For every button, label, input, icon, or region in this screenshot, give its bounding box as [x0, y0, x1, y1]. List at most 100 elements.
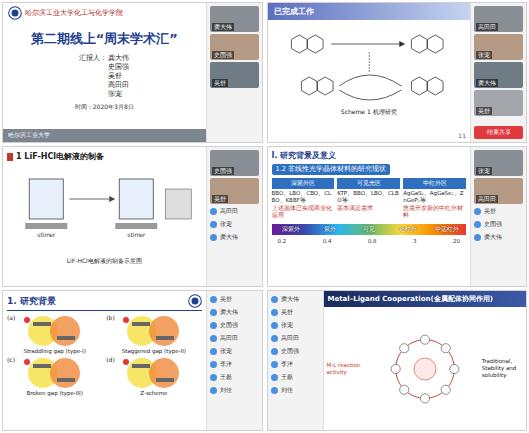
- scheme-caption: Scheme 1 机理研究: [268, 108, 471, 117]
- participant[interactable]: 李洋: [271, 359, 320, 370]
- participant[interactable]: 刘佳: [210, 385, 259, 396]
- diagram-caption: Staggered gap (type-II): [122, 348, 186, 354]
- end-share-button[interactable]: 结束共享: [474, 126, 523, 139]
- participant-name: 吴舒: [220, 295, 232, 304]
- avatar-icon: [210, 309, 217, 316]
- participant[interactable]: 张宠: [474, 34, 523, 60]
- avatar-icon: [271, 296, 278, 303]
- avatar-icon: [271, 348, 278, 355]
- avatar-icon: [210, 348, 217, 355]
- heading-mark-icon: [7, 153, 13, 161]
- participant[interactable]: 龚大伟: [210, 6, 259, 32]
- participant-name: 龚大伟: [220, 233, 238, 242]
- participant[interactable]: 吴舒: [474, 206, 523, 217]
- spectral-region: 深紫外区BBO、LBO、CBO、CLBO、KBBF等上述晶体已实现商业化应用: [272, 178, 335, 219]
- diagram-label: (b): [106, 314, 115, 321]
- participant-name: 高田田: [476, 23, 498, 31]
- band-slide: 1. 研究背景(a)Straddling gap (type-I)(b)Stag…: [3, 291, 206, 430]
- participant[interactable]: 史国强: [210, 34, 259, 60]
- participant[interactable]: 张宠: [474, 150, 523, 176]
- avatar-icon: [271, 335, 278, 342]
- participant-name: 吴舒: [212, 195, 228, 203]
- participant-sidebar: 龚大伟史国强吴舒: [206, 3, 262, 142]
- meeting-window: 1 LiF-HCl电解液的制备stirrerstirrerLiF-HCl电解液的…: [2, 146, 263, 287]
- participant-name: 史国强: [484, 220, 502, 229]
- participant[interactable]: 吴舒: [210, 294, 259, 305]
- participant-name: 刘佳: [281, 386, 293, 395]
- participant[interactable]: 刘佳: [271, 385, 320, 396]
- participant[interactable]: 高田田: [271, 333, 320, 344]
- lif-slide: 1 LiF-HCl电解液的制备stirrerstirrerLiF-HCl电解液的…: [3, 147, 206, 286]
- spectrum-tick: 0.4: [323, 238, 332, 244]
- participant[interactable]: 龚大伟: [210, 307, 259, 318]
- participant[interactable]: 龚大伟: [271, 294, 320, 305]
- diagram-label: (c): [7, 356, 15, 363]
- participant-name: 高田田: [220, 334, 238, 343]
- page-number: 11: [458, 132, 466, 139]
- diagram-caption: Z-scheme: [140, 390, 167, 396]
- avatar-icon: [271, 374, 278, 381]
- participant[interactable]: 高田田: [210, 206, 259, 217]
- participant[interactable]: 吴舒: [210, 62, 259, 88]
- band-diagram: (a)Straddling gap (type-I): [7, 314, 102, 354]
- slide-subheading: 1.2 非线性光学晶体材料的研究现状: [272, 164, 390, 175]
- region-note: 急需开发新的中红外材料: [403, 205, 466, 219]
- spectrum-tick: 0.2: [278, 238, 287, 244]
- participant-name: 李洋: [220, 360, 232, 369]
- avatar-icon: [271, 361, 278, 368]
- participant[interactable]: 王磊: [210, 372, 259, 383]
- avatar-icon: [474, 208, 481, 215]
- svg-text:stirrer: stirrer: [37, 231, 56, 238]
- meeting-window: 龚大伟吴舒张宠高田田史国强李洋王磊刘佳 Metal–Ligand Cooperat…: [267, 290, 528, 431]
- participant[interactable]: 龚大伟: [474, 62, 523, 88]
- region-body: KTP、BBO、LBO、CLBO等: [337, 190, 400, 204]
- spectrum-label: 近红外: [388, 224, 427, 235]
- participant-name: 张宠: [281, 321, 293, 330]
- participant[interactable]: 张宠: [210, 219, 259, 230]
- participant[interactable]: 吴舒: [474, 90, 523, 116]
- scheme-slide: 已完成工作 Scheme 1 机理研究 11: [268, 3, 471, 142]
- avatar-icon: [210, 361, 217, 368]
- region-body: BBO、LBO、CBO、CLBO、KBBF等: [272, 190, 335, 204]
- meeting-window: 1. 研究背景(a)Straddling gap (type-I)(b)Stag…: [2, 290, 263, 431]
- participant[interactable]: 史国强: [474, 219, 523, 230]
- diagram-label: (d): [106, 356, 115, 363]
- participant-name: 史国强: [212, 51, 234, 59]
- avatar-icon: [210, 335, 217, 342]
- participant[interactable]: 龚大伟: [474, 232, 523, 243]
- spectrum-label: 紫外: [310, 224, 349, 235]
- participant-name: 吴舒: [281, 308, 293, 317]
- participant-name: 张宠: [476, 167, 492, 175]
- participant[interactable]: 高田田: [210, 333, 259, 344]
- slide-heading: 已完成工作: [268, 3, 471, 20]
- avatar-icon: [271, 309, 278, 316]
- diagram-caption: LiF-HCl电解液的制备示意图: [7, 257, 202, 266]
- participant[interactable]: 高田田: [474, 6, 523, 32]
- participant[interactable]: 李洋: [210, 359, 259, 370]
- participant[interactable]: 王磊: [271, 372, 320, 383]
- participant[interactable]: 吴舒: [271, 307, 320, 318]
- participant-name: 史国强: [281, 347, 299, 356]
- slide-title: 第二期线上“周末学术汇”: [8, 30, 201, 48]
- participant[interactable]: 史国强: [210, 150, 259, 176]
- reporter-list: 汇报人：龚大伟史国强吴舒高田田张宠: [8, 54, 201, 99]
- participant[interactable]: 张宠: [271, 320, 320, 331]
- participant[interactable]: 史国强: [210, 320, 259, 331]
- university-logo-icon: [188, 294, 202, 308]
- participant[interactable]: 龚大伟: [210, 232, 259, 243]
- participant-name: 龚大伟: [212, 23, 234, 31]
- participant[interactable]: 史国强: [271, 346, 320, 357]
- spectrum-tick: 20: [453, 238, 460, 244]
- avatar-icon: [210, 234, 217, 241]
- reporter-name: 吴舒: [108, 72, 129, 81]
- participant-name: 龚大伟: [484, 233, 502, 242]
- participant-name: 吴舒: [476, 107, 492, 115]
- participant[interactable]: 高田田: [474, 178, 523, 204]
- band-figure: [15, 356, 95, 390]
- participant[interactable]: 吴舒: [210, 178, 259, 204]
- mlc-slide: Metal–Ligand Cooperation(金属配体协同作用)M-L re…: [324, 291, 527, 430]
- participant-name: 王磊: [281, 373, 293, 382]
- avatar-icon: [210, 221, 217, 228]
- reporter-name: 高田田: [108, 81, 129, 90]
- participant[interactable]: 张宠: [210, 346, 259, 357]
